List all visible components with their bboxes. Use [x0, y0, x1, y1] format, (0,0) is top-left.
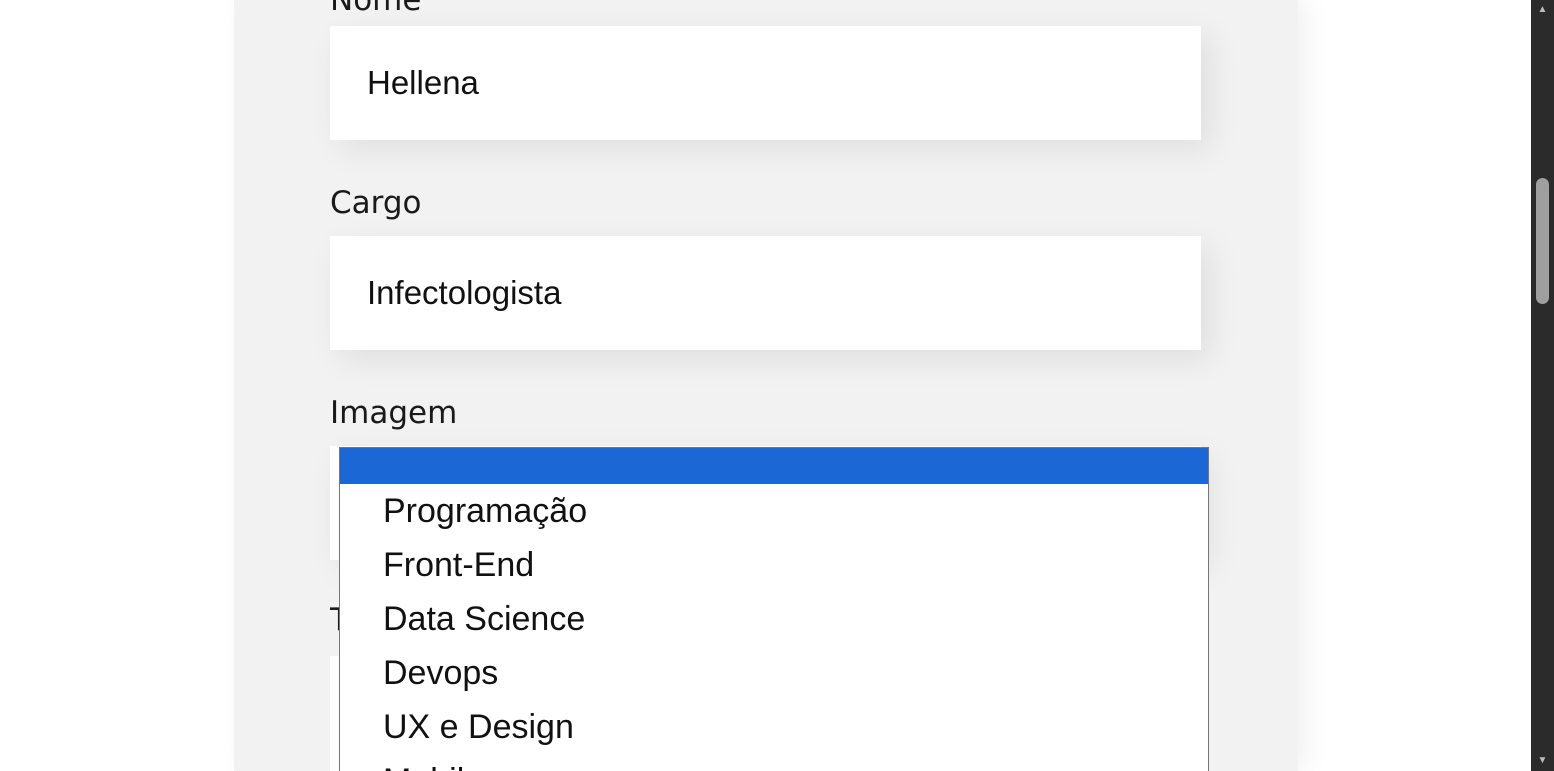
- dropdown-option-devops[interactable]: Devops: [340, 646, 1208, 700]
- dropdown-option-front-end[interactable]: Front-End: [340, 538, 1208, 592]
- scrollbar-thumb[interactable]: [1536, 178, 1549, 304]
- triangle-down-icon[interactable]: ▼: [1531, 751, 1554, 771]
- dropdown-option-empty[interactable]: [340, 448, 1208, 484]
- nome-label: Nome: [330, 0, 422, 18]
- imagem-label: Imagem: [330, 395, 458, 431]
- cargo-label: Cargo: [330, 185, 422, 221]
- page: Nome Hellena Cargo Infectologista Imagem…: [0, 0, 1554, 771]
- dropdown-option-data-science[interactable]: Data Science: [340, 592, 1208, 646]
- time-select[interactable]: [330, 656, 339, 771]
- time-label: Time: [330, 602, 339, 638]
- dropdown-option-programacao[interactable]: Programação: [340, 484, 1208, 538]
- dropdown-option-ux-design[interactable]: UX e Design: [340, 700, 1208, 754]
- nome-input[interactable]: Hellena: [330, 26, 1201, 140]
- time-dropdown-list[interactable]: Programação Front-End Data Science Devop…: [339, 447, 1209, 771]
- cargo-input[interactable]: Infectologista: [330, 236, 1201, 350]
- dropdown-option-mobile[interactable]: Mobile: [340, 754, 1208, 771]
- triangle-up-icon[interactable]: ▲: [1531, 0, 1554, 20]
- vertical-scrollbar[interactable]: ▲ ▼: [1531, 0, 1554, 771]
